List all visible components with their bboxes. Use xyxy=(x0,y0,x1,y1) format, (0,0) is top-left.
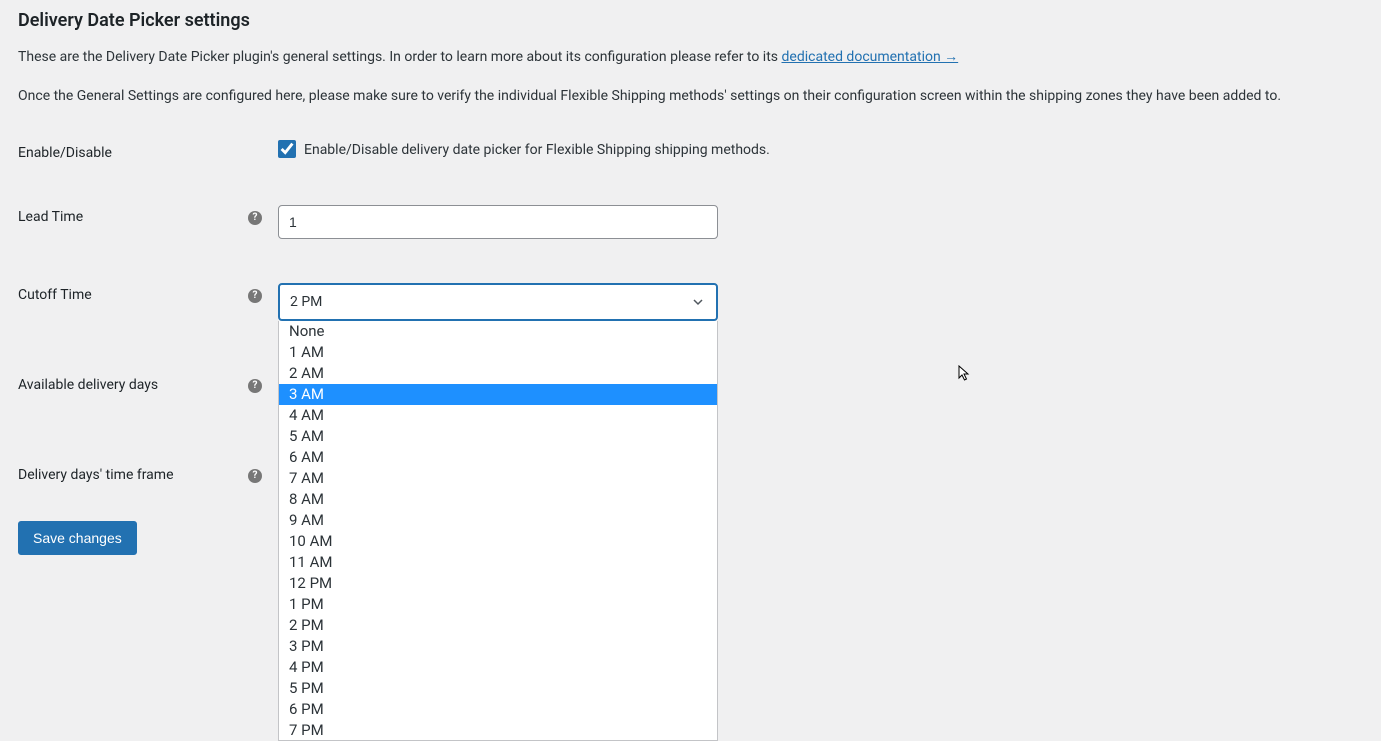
chevron-down-icon xyxy=(690,294,706,310)
cutoff-time-option[interactable]: 1 PM xyxy=(279,594,717,615)
cutoff-time-option[interactable]: 10 AM xyxy=(279,531,717,552)
enable-checkbox[interactable] xyxy=(278,140,296,158)
cutoff-time-option[interactable]: 3 PM xyxy=(279,636,717,657)
desc1-text: These are the Delivery Date Picker plugi… xyxy=(18,49,782,65)
cutoff-time-option[interactable]: 5 AM xyxy=(279,426,717,447)
label-lead-time: Lead Time ? xyxy=(18,205,278,225)
cutoff-time-dropdown: None1 AM2 AM3 AM4 AM5 AM6 AM7 AM8 AM9 AM… xyxy=(278,321,718,741)
page-title: Delivery Date Picker settings xyxy=(18,6,1361,31)
settings-form: Enable/Disable Enable/Disable delivery d… xyxy=(18,125,1361,555)
cutoff-time-option[interactable]: 12 PM xyxy=(279,573,717,594)
label-enable-disable-text: Enable/Disable xyxy=(18,145,112,161)
help-icon[interactable]: ? xyxy=(248,289,262,303)
cutoff-time-select-wrap: 2 PM None1 AM2 AM3 AM4 AM5 AM6 AM7 AM8 A… xyxy=(278,283,718,321)
cutoff-time-option[interactable]: 9 AM xyxy=(279,510,717,531)
field-cutoff-time: 2 PM None1 AM2 AM3 AM4 AM5 AM6 AM7 AM8 A… xyxy=(278,283,1361,321)
cutoff-time-option[interactable]: 6 AM xyxy=(279,447,717,468)
cutoff-time-option[interactable]: 7 AM xyxy=(279,468,717,489)
settings-wrap: Delivery Date Picker settings These are … xyxy=(0,0,1381,555)
cutoff-time-option[interactable]: 6 PM xyxy=(279,699,717,720)
cutoff-time-option[interactable]: None xyxy=(279,321,717,342)
row-lead-time: Lead Time ? xyxy=(18,183,1361,261)
label-enable-disable: Enable/Disable xyxy=(18,141,278,161)
cutoff-time-option[interactable]: 1 AM xyxy=(279,342,717,363)
settings-description-1: These are the Delivery Date Picker plugi… xyxy=(18,47,1361,68)
cutoff-time-option[interactable]: 7 PM xyxy=(279,720,717,740)
label-available-days: Available delivery days ? xyxy=(18,373,278,393)
field-enable-disable: Enable/Disable delivery date picker for … xyxy=(278,141,1361,159)
lead-time-input[interactable] xyxy=(278,205,718,239)
help-icon[interactable]: ? xyxy=(248,469,262,483)
cutoff-time-options-list[interactable]: None1 AM2 AM3 AM4 AM5 AM6 AM7 AM8 AM9 AM… xyxy=(279,321,717,740)
cutoff-time-option[interactable]: 5 PM xyxy=(279,678,717,699)
row-enable-disable: Enable/Disable Enable/Disable delivery d… xyxy=(18,125,1361,183)
label-cutoff-time: Cutoff Time ? xyxy=(18,283,278,303)
label-cutoff-time-text: Cutoff Time xyxy=(18,287,92,303)
cutoff-time-option[interactable]: 8 AM xyxy=(279,489,717,510)
settings-description-2: Once the General Settings are configured… xyxy=(18,86,1361,107)
label-delivery-frame: Delivery days' time frame ? xyxy=(18,463,278,483)
documentation-link[interactable]: dedicated documentation → xyxy=(782,49,959,65)
help-icon[interactable]: ? xyxy=(248,379,262,393)
label-delivery-frame-text: Delivery days' time frame xyxy=(18,467,174,483)
cutoff-time-option[interactable]: 3 AM xyxy=(279,384,717,405)
save-button[interactable]: Save changes xyxy=(18,521,137,555)
cutoff-time-option[interactable]: 4 AM xyxy=(279,405,717,426)
cutoff-time-selected: 2 PM xyxy=(290,294,322,310)
cutoff-time-option[interactable]: 11 AM xyxy=(279,552,717,573)
cutoff-time-option[interactable]: 2 PM xyxy=(279,615,717,636)
enable-description: Enable/Disable delivery date picker for … xyxy=(304,142,770,158)
cutoff-time-select[interactable]: 2 PM xyxy=(278,283,718,321)
cutoff-time-option[interactable]: 4 PM xyxy=(279,657,717,678)
field-lead-time xyxy=(278,205,1361,239)
cutoff-time-option[interactable]: 2 AM xyxy=(279,363,717,384)
label-lead-time-text: Lead Time xyxy=(18,209,83,225)
help-icon[interactable]: ? xyxy=(248,211,262,225)
label-available-days-text: Available delivery days xyxy=(18,377,158,393)
row-cutoff-time: Cutoff Time ? 2 PM None1 AM2 AM3 AM4 AM5… xyxy=(18,261,1361,321)
